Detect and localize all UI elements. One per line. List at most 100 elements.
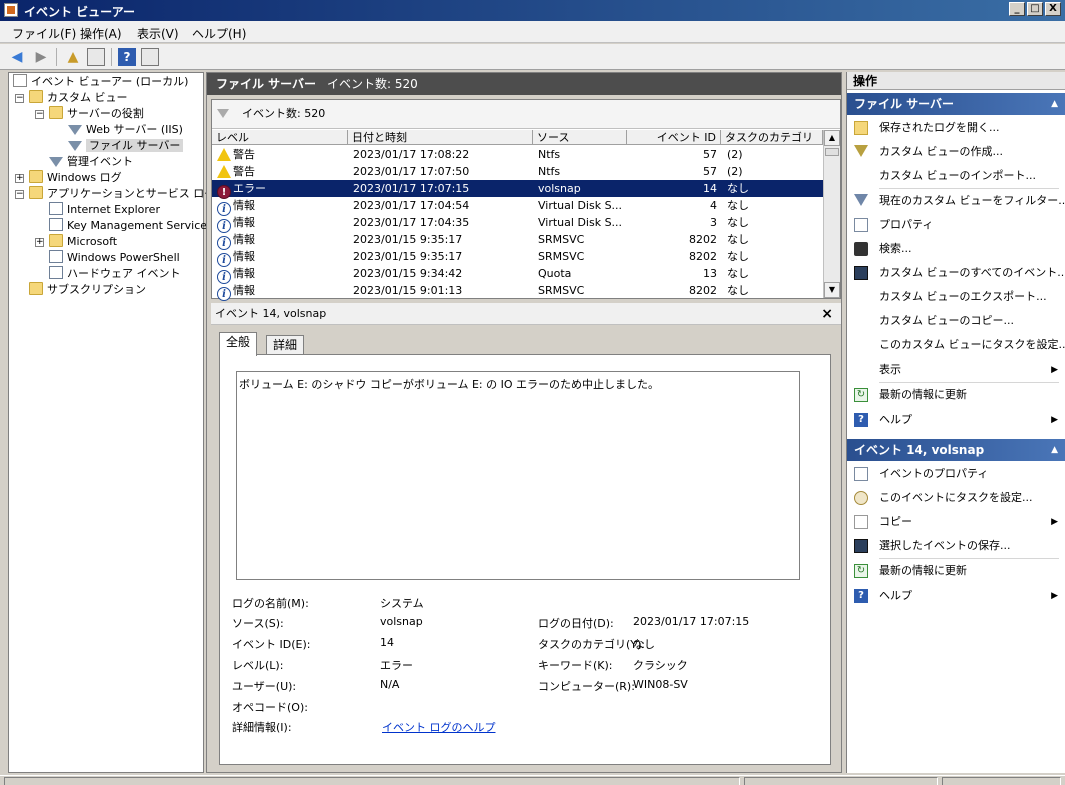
actions-section-event[interactable]: イベント 14, volsnap ▲ [847,439,1065,461]
event-id-label: イベント ID(E): [232,638,311,651]
table-row[interactable]: i 情報 2023/01/15 9:01:13 SRMSVC 8202 なし [212,282,823,301]
collapse-icon[interactable]: − [15,94,24,103]
up-folder-icon[interactable]: ▲ [64,48,82,66]
action-help-event[interactable]: ? ヘルプ ▶ [847,585,1065,607]
folder-icon [29,170,43,183]
event-list-scrollbar[interactable]: ▲ ▼ [823,130,840,298]
tree-node-web-server-iis[interactable]: Web サーバー (IIS) [68,122,183,138]
maximize-button[interactable]: □ [1027,2,1043,16]
action-copy-custom-view[interactable]: カスタム ビューのコピー... [847,310,1065,332]
action-refresh[interactable]: ↻ 最新の情報に更新 [847,384,1065,406]
column-event-id[interactable]: イベント ID [627,130,721,145]
scroll-thumb[interactable] [825,148,839,156]
task-clock-icon [854,491,868,505]
expand-icon[interactable]: + [35,238,44,247]
action-copy[interactable]: コピー ▶ [847,511,1065,533]
collapse-chevron-icon[interactable]: ▲ [1051,439,1058,461]
actions-pane: 操作 ファイル サーバー ▲ 保存されたログを開く... カスタム ビューの作成.… [846,72,1065,773]
collapse-chevron-icon[interactable]: ▲ [1051,93,1058,115]
action-find[interactable]: 検索... [847,238,1065,260]
level-value: エラー [380,659,413,672]
event-message-box[interactable]: ボリューム E: のシャドウ コピーがボリューム E: の IO エラーのため中… [236,371,800,580]
back-arrow-icon[interactable]: ◀ [8,48,26,66]
column-level[interactable]: レベル [212,130,348,145]
warning-icon [217,165,231,178]
tree-node-subscriptions[interactable]: サブスクリプション [29,282,146,298]
table-row-selected[interactable]: ! エラー 2023/01/17 17:07:15 volsnap 14 なし [212,180,823,199]
tree-node-file-server[interactable]: ファイル サーバー [68,138,184,154]
column-source[interactable]: ソース [533,130,627,145]
action-save-all-events[interactable]: カスタム ビューのすべてのイベント... [847,262,1065,284]
action-attach-task-to-view[interactable]: このカスタム ビューにタスクを設定... [847,334,1065,356]
action-export-custom-view[interactable]: カスタム ビューのエクスポート... [847,286,1065,308]
action-filter-current-view[interactable]: 現在のカスタム ビューをフィルター... [847,190,1065,212]
menu-file[interactable]: ファイル(F) [12,25,76,42]
window-controls: _ □ X [1009,2,1061,16]
minimize-button[interactable]: _ [1009,2,1025,16]
table-row[interactable]: i 情報 2023/01/17 17:04:35 Virtual Disk S..… [212,214,823,233]
log-icon [49,218,63,231]
action-attach-task-to-event[interactable]: このイベントにタスクを設定... [847,487,1065,509]
action-divider [879,558,1059,559]
table-row[interactable]: i 情報 2023/01/15 9:34:42 Quota 13 なし [212,265,823,284]
submenu-arrow-icon: ▶ [1051,415,1058,425]
scroll-down-icon[interactable]: ▼ [824,282,840,298]
more-info-label: 詳細情報(I): [232,721,292,734]
tree-node-admin-events[interactable]: 管理イベント [49,154,133,170]
tree-node-hardware-events[interactable]: ハードウェア イベント [49,266,181,282]
tree-node-internet-explorer[interactable]: Internet Explorer [49,202,160,218]
properties-icon [854,467,868,481]
menu-action[interactable]: 操作(A) [80,25,122,42]
warning-icon [217,148,231,161]
column-task-category[interactable]: タスクのカテゴリ [721,130,823,145]
close-button[interactable]: X [1045,2,1061,16]
tree-node-windows-powershell[interactable]: Windows PowerShell [49,250,180,266]
expand-icon[interactable]: + [15,174,24,183]
table-row[interactable]: 警告 2023/01/17 17:07:50 Ntfs 57 (2) [212,163,823,180]
action-create-custom-view[interactable]: カスタム ビューの作成... [847,141,1065,163]
tab-general[interactable]: 全般 [219,332,258,356]
collapse-icon[interactable]: − [15,190,24,199]
event-log-help-link[interactable]: イベント ログのヘルプ [382,719,496,735]
tree-node-windows-logs[interactable]: Windows ログ [29,170,122,186]
tree-node-custom-views[interactable]: カスタム ビュー [29,90,128,106]
tab-details[interactable]: 詳細 [266,335,305,355]
properties-icon[interactable] [141,48,159,66]
show-hide-tree-icon[interactable] [87,48,105,66]
close-icon[interactable]: × [821,303,833,325]
scroll-up-icon[interactable]: ▲ [824,130,840,146]
menu-help[interactable]: ヘルプ(H) [192,25,246,42]
action-view[interactable]: 表示 ▶ [847,359,1065,381]
action-save-selected-events[interactable]: 選択したイベントの保存... [847,535,1065,557]
filter-funnel-icon [68,125,82,135]
column-header: レベル 日付と時刻 ソース イベント ID タスクのカテゴリ [212,130,823,145]
tree-node-microsoft[interactable]: Microsoft [49,234,117,250]
tree-node-server-roles[interactable]: サーバーの役割 [49,106,144,122]
table-row[interactable]: i 情報 2023/01/15 9:35:17 SRMSVC 8202 なし [212,231,823,250]
tree-node-key-management-service[interactable]: Key Management Service [49,218,207,234]
menu-view[interactable]: 表示(V) [137,25,179,42]
subscription-icon [29,282,43,295]
log-icon [49,202,63,215]
save-icon [854,266,868,280]
help-icon[interactable]: ? [118,48,136,66]
action-import-custom-view[interactable]: カスタム ビューのインポート... [847,165,1065,187]
action-help[interactable]: ? ヘルプ ▶ [847,409,1065,431]
tree-node-app-services-logs[interactable]: アプリケーションとサービス ログ [29,186,215,202]
table-row[interactable]: i 情報 2023/01/17 17:04:54 Virtual Disk S..… [212,197,823,216]
actions-section-file-server[interactable]: ファイル サーバー ▲ [847,93,1065,115]
forward-arrow-icon[interactable]: ▶ [32,48,50,66]
action-properties[interactable]: プロパティ [847,214,1065,236]
action-refresh-event[interactable]: ↻ 最新の情報に更新 [847,560,1065,582]
folder-icon [29,186,43,199]
table-row[interactable]: 警告 2023/01/17 17:08:22 Ntfs 57 (2) [212,146,823,163]
action-open-saved-log[interactable]: 保存されたログを開く... [847,117,1065,139]
open-folder-icon [854,121,868,135]
action-event-properties[interactable]: イベントのプロパティ [847,463,1065,485]
collapse-icon[interactable]: − [35,110,44,119]
folder-icon [29,90,43,103]
column-date-time[interactable]: 日付と時刻 [348,130,533,145]
table-row[interactable]: i 情報 2023/01/15 9:35:17 SRMSVC 8202 なし [212,248,823,267]
filter-funnel-icon [217,109,229,118]
tree-node-event-viewer-local[interactable]: イベント ビューアー (ローカル) [13,74,188,90]
